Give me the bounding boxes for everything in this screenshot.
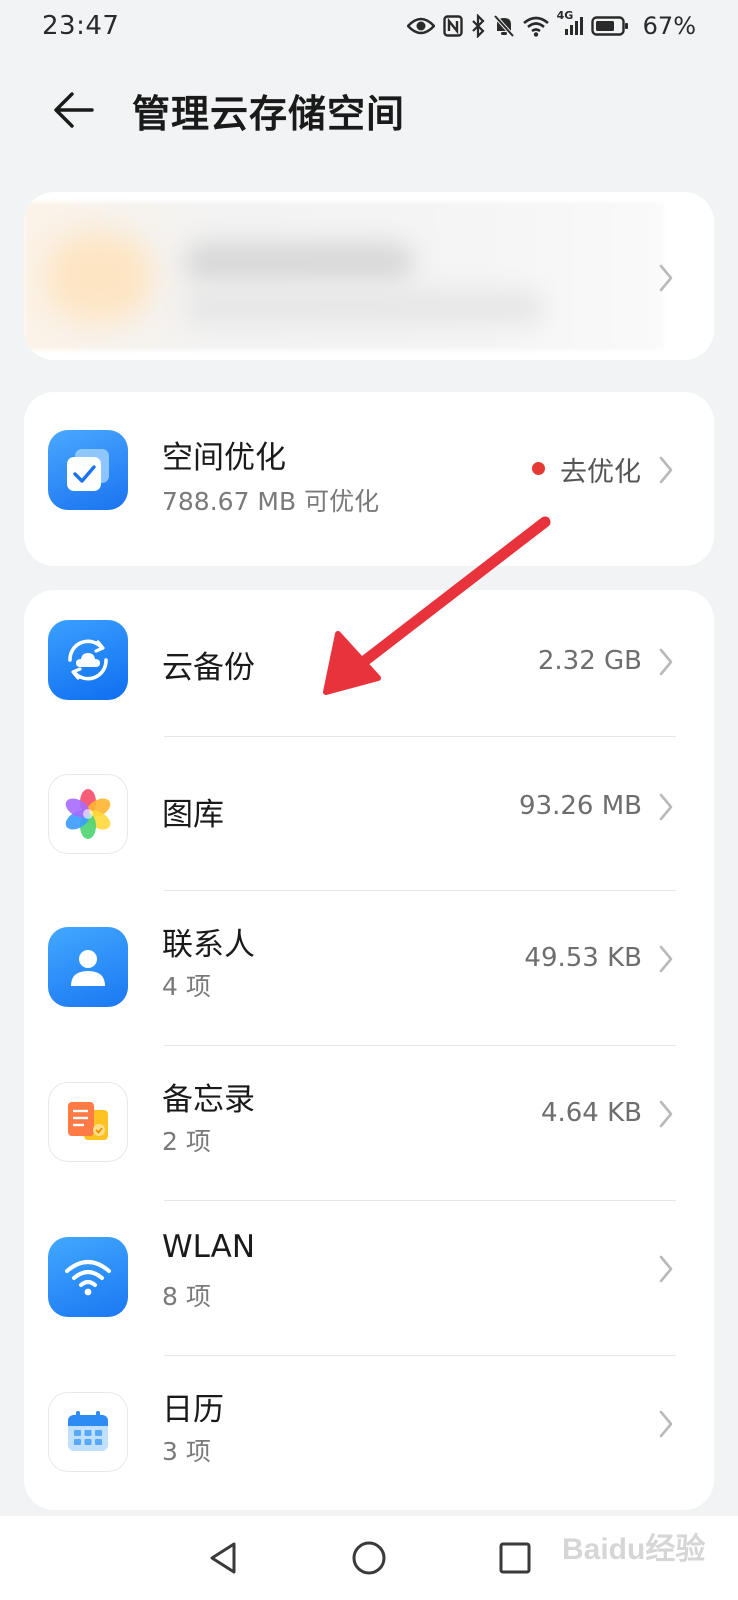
item-title: 云备份	[162, 650, 255, 686]
list-item-cloud-backup[interactable]: 云备份 2.32 GB	[24, 590, 714, 736]
status-time: 23:47	[42, 11, 120, 41]
account-card[interactable]	[24, 192, 714, 360]
nav-back-icon	[210, 1542, 236, 1574]
nav-recents-button[interactable]	[485, 1528, 545, 1588]
chevron-right-icon	[659, 264, 673, 292]
battery-icon	[590, 15, 629, 37]
item-size: 49.53 KB	[524, 943, 642, 973]
optimize-subtitle: 788.67 MB 可优化	[162, 487, 380, 516]
optimize-title: 空间优化	[162, 440, 286, 476]
notes-icon	[48, 1082, 128, 1162]
account-info-blurred	[184, 290, 544, 324]
chevron-right-icon	[659, 793, 673, 821]
list-item-notes[interactable]: 备忘录 2 项 4.64 KB	[24, 1046, 714, 1200]
status-bar: 23:47 4G 67%	[0, 0, 738, 52]
eye-icon	[406, 16, 435, 36]
nav-back-button[interactable]	[193, 1528, 253, 1588]
space-optimize-card[interactable]: 空间优化 788.67 MB 可优化 去优化	[24, 392, 714, 566]
item-title: 图库	[162, 797, 224, 833]
storage-items-card: 云备份 2.32 GB 图库 93.26 MB 联系人 4 项 49.53 KB…	[24, 590, 714, 1510]
mute-icon	[493, 14, 515, 38]
cloud-backup-icon	[48, 620, 128, 700]
chevron-right-icon	[659, 1100, 673, 1128]
bluetooth-icon	[471, 14, 485, 38]
account-blurred-area	[24, 202, 664, 350]
gallery-icon	[48, 774, 128, 854]
nav-home-icon	[352, 1541, 386, 1575]
nav-recents-icon	[499, 1542, 531, 1574]
account-avatar	[44, 232, 154, 322]
back-button[interactable]	[42, 80, 102, 140]
item-title: 备忘录	[162, 1082, 255, 1118]
optimize-action-button[interactable]: 去优化	[560, 450, 641, 489]
network-type-label: 4G	[556, 9, 574, 22]
chevron-right-icon	[659, 648, 673, 676]
list-item-gallery[interactable]: 图库 93.26 MB	[24, 737, 714, 891]
nfc-icon	[442, 15, 463, 37]
list-item-wlan[interactable]: WLAN 8 项	[24, 1201, 714, 1355]
battery-percent: 67%	[642, 12, 696, 40]
item-count: 8 项	[162, 1282, 211, 1311]
baidu-watermark: Baidu经验	[562, 1533, 706, 1566]
account-name-blurred	[184, 242, 414, 282]
page-title: 管理云存储空间	[132, 91, 406, 136]
list-item-contacts[interactable]: 联系人 4 项 49.53 KB	[24, 891, 714, 1045]
item-count: 4 项	[162, 972, 211, 1001]
back-arrow-icon	[54, 92, 94, 128]
signal-icon: 4G	[557, 9, 583, 37]
chevron-right-icon	[659, 1410, 673, 1438]
chevron-right-icon	[659, 1255, 673, 1283]
contacts-icon	[48, 927, 128, 1007]
item-size: 4.64 KB	[540, 1098, 642, 1128]
item-title: 联系人	[162, 927, 255, 963]
calendar-icon	[48, 1392, 128, 1472]
item-size: 93.26 MB	[519, 791, 642, 821]
item-count: 3 项	[162, 1437, 211, 1466]
list-item-calendar[interactable]: 日历 3 项	[24, 1356, 714, 1510]
title-bar: 管理云存储空间	[0, 70, 738, 150]
chevron-right-icon	[659, 456, 673, 484]
nav-home-button[interactable]	[339, 1528, 399, 1588]
status-icons: 4G 67%	[406, 9, 696, 40]
item-title: WLAN	[162, 1229, 256, 1265]
item-title: 日历	[162, 1392, 224, 1428]
space-optimize-icon	[48, 430, 128, 510]
item-size: 2.32 GB	[537, 646, 642, 676]
optimize-red-dot	[532, 462, 545, 475]
wlan-icon	[48, 1237, 128, 1317]
wifi-icon	[522, 15, 549, 37]
item-count: 2 项	[162, 1127, 211, 1156]
chevron-right-icon	[659, 945, 673, 973]
